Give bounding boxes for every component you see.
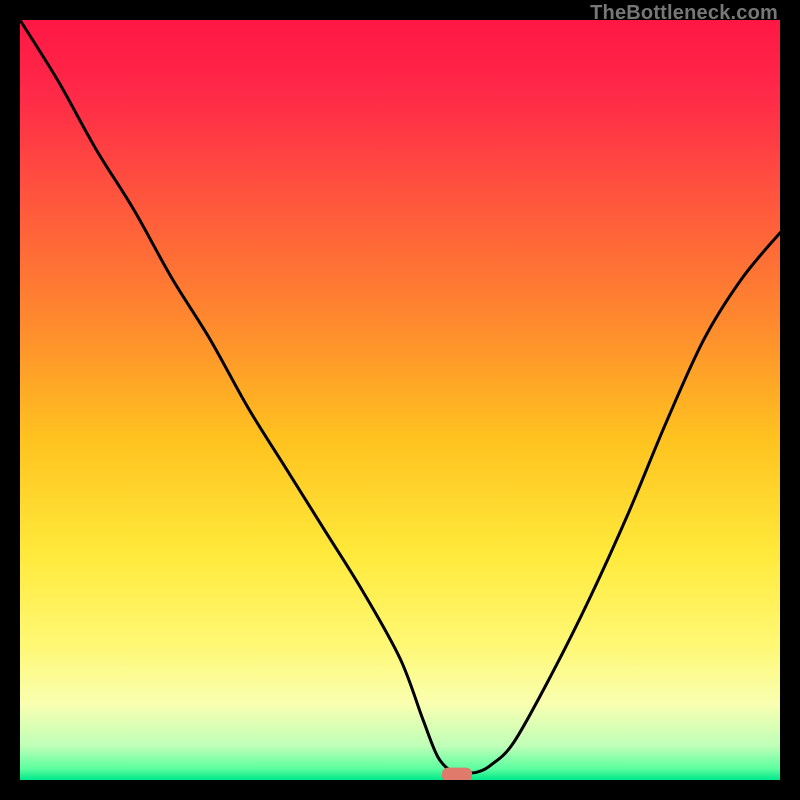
optimal-point-marker	[442, 768, 472, 780]
plot-area	[20, 20, 780, 780]
bottleneck-chart	[20, 20, 780, 780]
chart-background	[20, 20, 780, 780]
chart-frame: TheBottleneck.com	[0, 0, 800, 800]
